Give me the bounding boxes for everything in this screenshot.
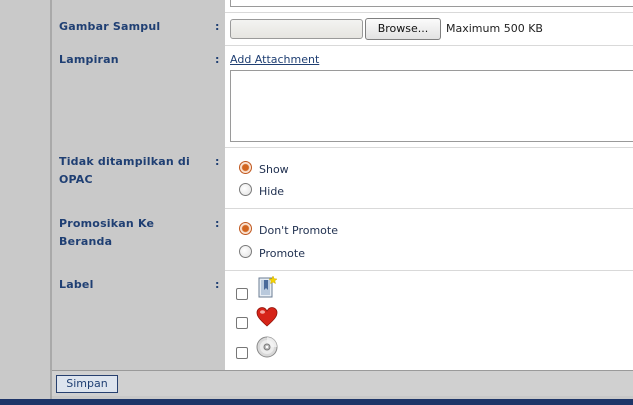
opac-label: Tidak ditampilkan di OPAC (59, 153, 190, 189)
opac-show-label: Show (259, 163, 289, 176)
form-footer: Simpan (52, 370, 633, 396)
attachment-list-box (230, 70, 633, 142)
promote-radio[interactable] (239, 245, 252, 258)
opac-hide-label: Hide (259, 185, 285, 198)
opac-label-line2: OPAC (59, 173, 93, 186)
new-book-icon (256, 275, 278, 303)
add-attachment-link[interactable]: Add Attachment (230, 53, 319, 66)
opac-label-line1: Tidak ditampilkan di (59, 155, 190, 168)
cover-image-label: Gambar Sampul (59, 20, 161, 33)
label-disc-checkbox[interactable] (236, 347, 248, 359)
promote-label-line2: Beranda (59, 235, 113, 248)
attachment-label: Lampiran (59, 53, 119, 66)
cover-colon: : (215, 20, 220, 33)
dont-promote-radio[interactable] (239, 222, 252, 235)
save-button[interactable]: Simpan (56, 375, 118, 393)
bottom-bar (0, 399, 633, 405)
opac-show-radio[interactable] (239, 161, 252, 174)
row-divider (225, 270, 633, 271)
label-favorite-checkbox[interactable] (236, 317, 248, 329)
cover-file-path-field[interactable] (230, 19, 363, 39)
bibliography-form: Gambar Sampul : Browse... Maximum 500 KB… (52, 0, 633, 370)
left-gutter (0, 0, 50, 400)
promote-option-label: Promote (259, 247, 305, 260)
previous-field-box (230, 0, 633, 7)
browse-button[interactable]: Browse... (365, 18, 441, 40)
label-field-label: Label (59, 278, 94, 291)
promote-label: Promosikan Ke Beranda (59, 215, 154, 251)
row-divider (225, 147, 633, 148)
dont-promote-label: Don't Promote (259, 224, 338, 237)
attachment-colon: : (215, 53, 220, 66)
row-divider (225, 45, 633, 46)
row-divider (225, 12, 633, 13)
opac-hide-radio[interactable] (239, 183, 252, 196)
row-divider (225, 208, 633, 209)
label-colon: : (215, 278, 220, 291)
heart-icon (256, 306, 278, 331)
promote-label-line1: Promosikan Ke (59, 217, 155, 230)
promote-colon: : (215, 217, 220, 230)
label-new-checkbox[interactable] (236, 288, 248, 300)
opac-colon: : (215, 155, 220, 168)
cover-size-hint: Maximum 500 KB (446, 22, 543, 35)
disc-icon (256, 336, 278, 361)
